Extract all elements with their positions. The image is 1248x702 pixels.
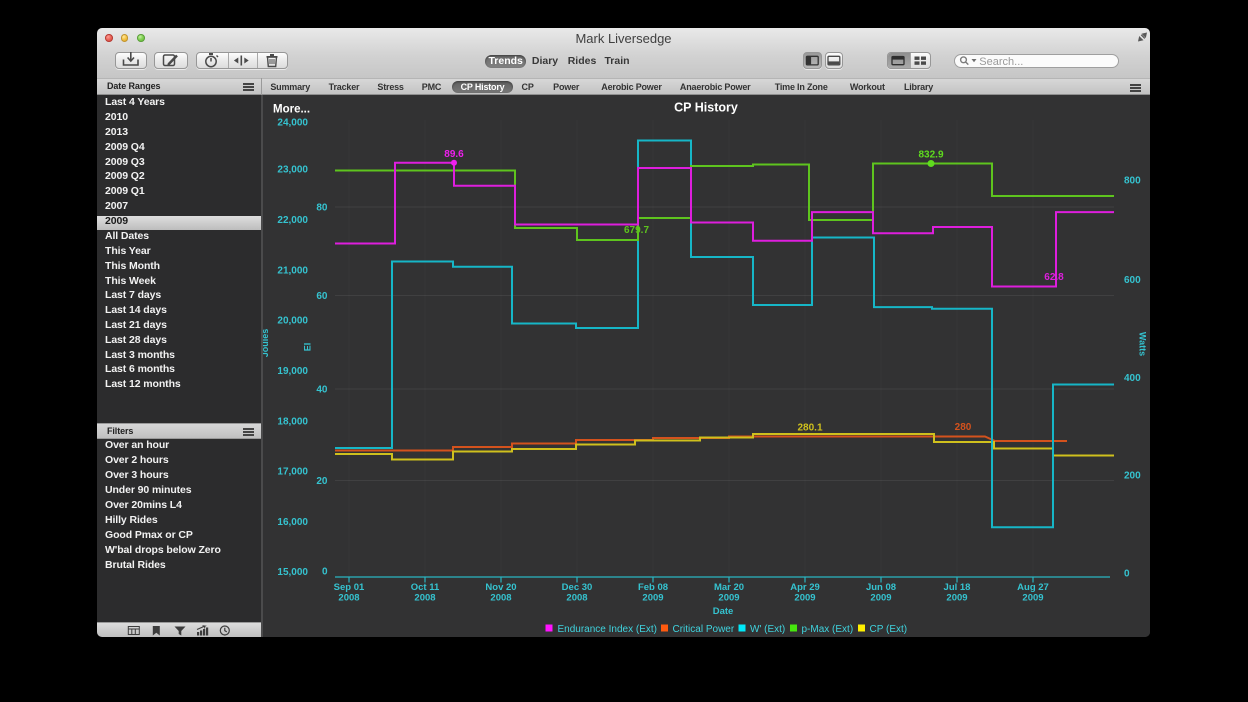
svg-text:Jul 18: Jul 18 xyxy=(944,582,971,593)
svg-text:40: 40 xyxy=(316,385,328,396)
svg-text:15,000: 15,000 xyxy=(277,567,308,578)
svg-text:22,000: 22,000 xyxy=(277,215,308,226)
svg-text:Feb 08: Feb 08 xyxy=(638,582,668,593)
svg-text:CP History: CP History xyxy=(674,101,738,115)
svg-text:2009: 2009 xyxy=(870,593,891,604)
svg-text:2008: 2008 xyxy=(338,593,359,604)
svg-text:2008: 2008 xyxy=(490,593,511,604)
svg-text:2009: 2009 xyxy=(794,593,815,604)
svg-text:17,000: 17,000 xyxy=(277,467,308,478)
svg-text:Nov 20: Nov 20 xyxy=(485,582,516,593)
svg-text:2008: 2008 xyxy=(566,593,587,604)
svg-text:832.9: 832.9 xyxy=(918,150,943,161)
svg-text:Mar 20: Mar 20 xyxy=(714,582,744,593)
svg-text:Dec 30: Dec 30 xyxy=(562,582,593,593)
svg-text:Joules: Joules xyxy=(263,329,270,358)
svg-text:Sep 01: Sep 01 xyxy=(334,582,365,593)
svg-text:280.1: 280.1 xyxy=(797,423,822,434)
svg-text:Watts: Watts xyxy=(1138,332,1148,356)
svg-text:Critical Power: Critical Power xyxy=(673,624,735,635)
svg-text:80: 80 xyxy=(316,203,328,214)
svg-text:Oct 11: Oct 11 xyxy=(411,582,440,593)
svg-text:Apr 29: Apr 29 xyxy=(790,582,820,593)
svg-text:2009: 2009 xyxy=(642,593,663,604)
svg-text:400: 400 xyxy=(1124,373,1141,384)
svg-text:2009: 2009 xyxy=(1022,593,1043,604)
svg-text:More...: More... xyxy=(273,104,310,116)
svg-text:Jun 08: Jun 08 xyxy=(866,582,896,593)
svg-text:Aug 27: Aug 27 xyxy=(1017,582,1049,593)
svg-text:p-Max (Ext): p-Max (Ext) xyxy=(802,624,854,635)
svg-text:0: 0 xyxy=(322,567,328,578)
svg-text:23,000: 23,000 xyxy=(277,165,308,176)
svg-text:2009: 2009 xyxy=(718,593,739,604)
svg-text:200: 200 xyxy=(1124,471,1141,482)
svg-text:0: 0 xyxy=(1124,569,1130,580)
svg-text:24,000: 24,000 xyxy=(277,118,308,129)
svg-text:W' (Ext): W' (Ext) xyxy=(750,624,785,635)
svg-text:19,000: 19,000 xyxy=(277,366,308,377)
svg-text:16,000: 16,000 xyxy=(277,517,308,528)
svg-text:60: 60 xyxy=(316,291,328,302)
svg-text:89.6: 89.6 xyxy=(444,149,464,160)
svg-text:62.8: 62.8 xyxy=(1044,272,1064,283)
svg-text:EI: EI xyxy=(303,343,313,352)
svg-text:CP (Ext): CP (Ext) xyxy=(870,624,908,635)
svg-text:Endurance Index (Ext): Endurance Index (Ext) xyxy=(558,624,658,635)
svg-text:600: 600 xyxy=(1124,275,1141,286)
svg-text:20: 20 xyxy=(316,476,328,487)
svg-text:20,000: 20,000 xyxy=(277,316,308,327)
svg-text:800: 800 xyxy=(1124,176,1141,187)
svg-text:Date: Date xyxy=(713,606,734,617)
svg-text:18,000: 18,000 xyxy=(277,417,308,428)
svg-text:21,000: 21,000 xyxy=(277,266,308,277)
svg-text:2008: 2008 xyxy=(414,593,435,604)
svg-text:679.7: 679.7 xyxy=(624,225,649,236)
svg-text:2009: 2009 xyxy=(946,593,967,604)
svg-text:280: 280 xyxy=(955,422,972,433)
